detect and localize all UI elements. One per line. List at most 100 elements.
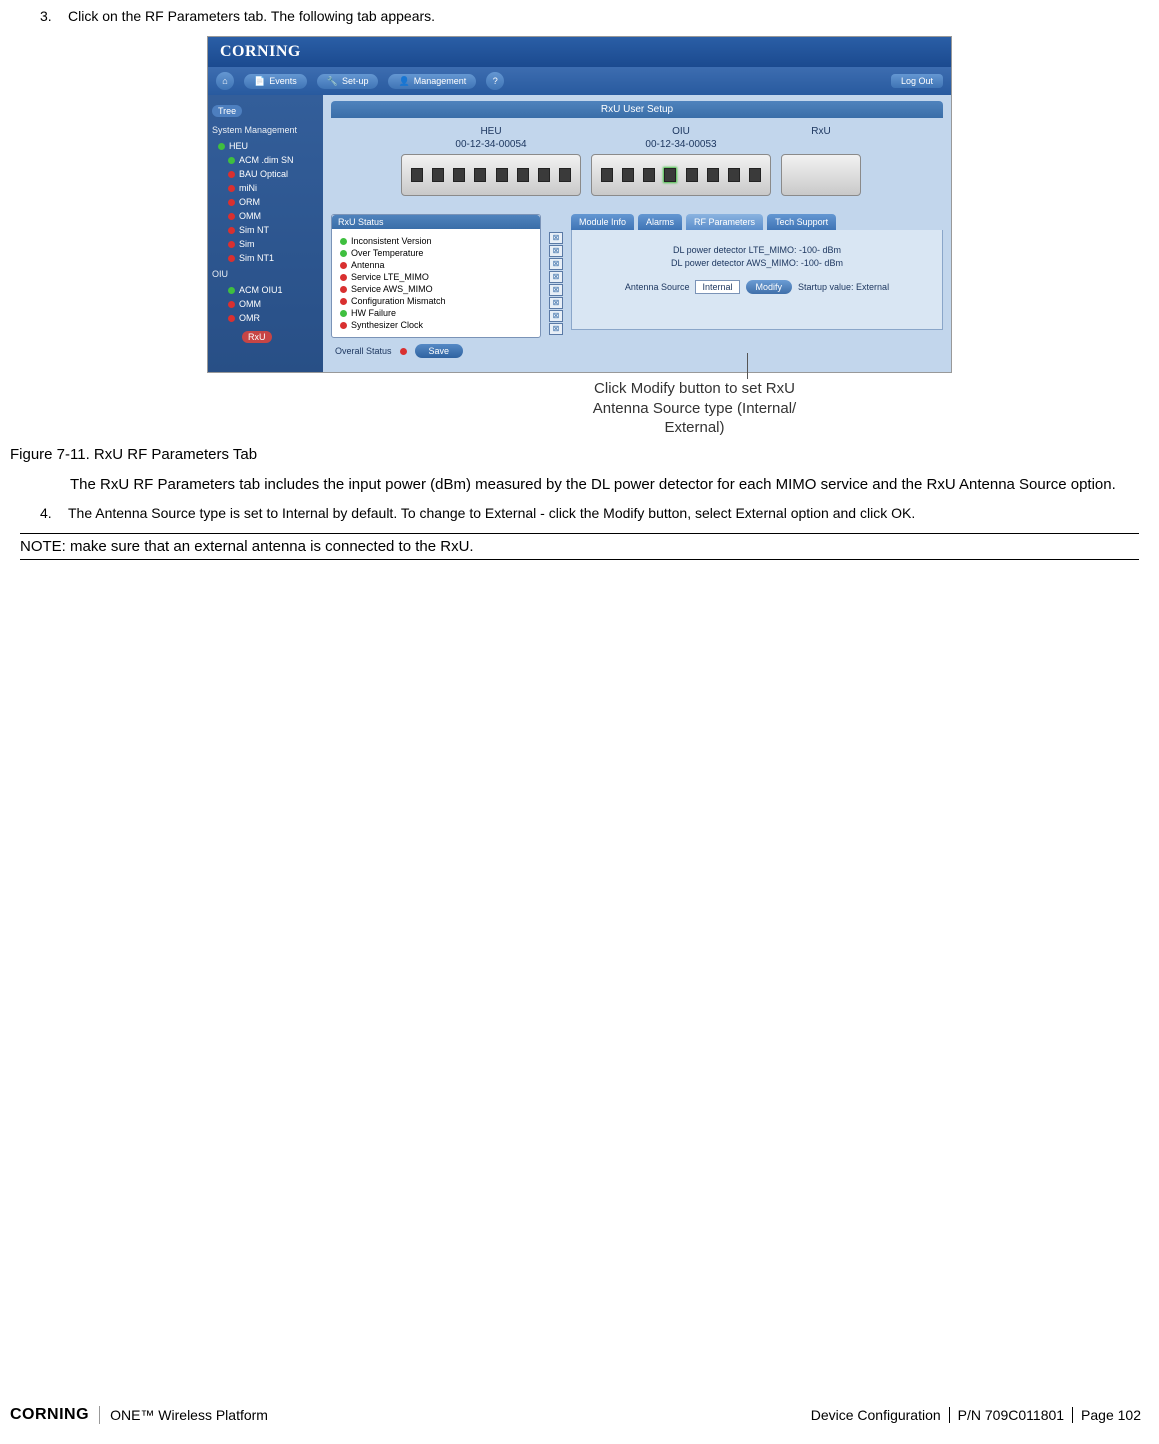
figure-caption: Figure 7-11. RxU RF Parameters Tab (10, 446, 1149, 463)
sidebar-item[interactable]: ACM OIU1 (222, 283, 319, 297)
sidebar-item[interactable]: OMM (222, 297, 319, 311)
sidebar-item[interactable]: OMR (222, 311, 319, 325)
hw-rxu-label: RxU (781, 126, 861, 137)
param-line-1: DL power detector LTE_MIMO: -100- dBm (586, 245, 928, 255)
startup-value-label: Startup value: External (798, 282, 889, 292)
sidebar-item-label: OMM (239, 211, 261, 221)
sidebar-item-label: ACM .dim SN (239, 155, 294, 165)
footer-divider-icon (99, 1406, 100, 1424)
step-4-number: 4. (40, 505, 68, 521)
hw-rxu-block[interactable] (781, 154, 861, 196)
hw-oiu-label: OIU (591, 126, 771, 137)
sidebar-item-label: Sim NT1 (239, 253, 274, 263)
figure-7-11: CORNING ⌂ 📄Events 🔧Set-up 👤Management ? … (10, 36, 1149, 373)
status-dot-icon (340, 298, 347, 305)
menu-setup-label: Set-up (342, 76, 369, 86)
footer-platform: ONE™ Wireless Platform (110, 1407, 268, 1423)
status-dot-icon (228, 213, 235, 220)
hw-oiu-serial: 00-12-34-00053 (591, 139, 771, 150)
tab-module-info[interactable]: Module Info (571, 214, 634, 230)
sidebar-item[interactable]: ORM (222, 195, 319, 209)
mask-checkbox[interactable]: ⊠ (549, 271, 563, 283)
overall-status-dot-icon (400, 348, 407, 355)
logout-button[interactable]: Log Out (891, 74, 943, 88)
footer-brand: CORNING (10, 1406, 89, 1424)
menu-help[interactable]: ? (486, 72, 504, 90)
sidebar: Tree System Management HEU ACM .dim SN B… (208, 95, 323, 372)
tab-rf-parameters[interactable]: RF Parameters (686, 214, 763, 230)
hardware-row: HEU 00-12-34-00054 OIU 00-12-34-00053 (331, 122, 943, 208)
menu-setup[interactable]: 🔧Set-up (317, 74, 379, 89)
tabs-panel: Module Info Alarms RF Parameters Tech Su… (571, 214, 943, 338)
status-line: HW Failure (340, 307, 532, 319)
step-4-text: The Antenna Source type is set to Intern… (68, 505, 1149, 521)
antenna-source-value: Internal (695, 280, 739, 294)
menu-management[interactable]: 👤Management (388, 74, 476, 89)
status-dot-icon (228, 227, 235, 234)
hw-oiu: OIU 00-12-34-00053 (591, 126, 771, 196)
overall-status-row: Overall Status Save (331, 338, 943, 362)
status-line-label: Inconsistent Version (351, 236, 432, 246)
status-dot-icon (228, 157, 235, 164)
tab-alarms[interactable]: Alarms (638, 214, 682, 230)
status-dot-icon (228, 185, 235, 192)
sidebar-item[interactable]: Sim NT (222, 223, 319, 237)
hw-oiu-block[interactable] (591, 154, 771, 196)
status-line: Configuration Mismatch (340, 295, 532, 307)
status-line-label: Over Temperature (351, 248, 423, 258)
home-icon[interactable]: ⌂ (216, 72, 234, 90)
status-dot-icon (228, 199, 235, 206)
status-dot-icon (340, 262, 347, 269)
hw-heu-block[interactable] (401, 154, 581, 196)
pane-title: RxU User Setup (331, 101, 943, 118)
sidebar-item[interactable]: Sim (222, 237, 319, 251)
sidebar-item-label: ACM OIU1 (239, 285, 283, 295)
status-line: Over Temperature (340, 247, 532, 259)
status-dot-icon (228, 241, 235, 248)
menu-events[interactable]: 📄Events (244, 74, 307, 89)
step-3-number: 3. (40, 8, 68, 24)
status-panel: RxU Status Inconsistent VersionOver Temp… (331, 214, 541, 338)
sidebar-item-label: Sim NT (239, 225, 269, 235)
annotation-line-2: Antenna Source type (Internal/ (437, 399, 952, 419)
save-button[interactable]: Save (415, 344, 464, 358)
page-footer: CORNING ONE™ Wireless Platform Device Co… (10, 1406, 1149, 1424)
sidebar-item[interactable]: BAU Optical (222, 167, 319, 181)
sidebar-oiu-head: OIU (212, 269, 319, 279)
sidebar-item[interactable]: miNi (222, 181, 319, 195)
status-dot-icon (340, 250, 347, 257)
mask-checkbox[interactable]: ⊠ (549, 284, 563, 296)
mask-checkbox[interactable]: ⊠ (549, 245, 563, 257)
tab-tech-support[interactable]: Tech Support (767, 214, 836, 230)
main-pane: RxU User Setup HEU 00-12-34-00054 OIU 00… (323, 95, 951, 372)
sidebar-item[interactable]: OMM (222, 209, 319, 223)
footer-pn: P/N 709C011801 (949, 1407, 1072, 1423)
status-line-label: HW Failure (351, 308, 396, 318)
status-line: Service AWS_MIMO (340, 283, 532, 295)
mask-checkbox[interactable]: ⊠ (549, 297, 563, 309)
mask-column: ⊠ ⊠ ⊠ ⊠ ⊠ ⊠ ⊠ ⊠ (549, 232, 563, 338)
mask-checkbox[interactable]: ⊠ (549, 258, 563, 270)
sidebar-item[interactable]: Sim NT1 (222, 251, 319, 265)
mask-checkbox[interactable]: ⊠ (549, 232, 563, 244)
sidebar-item-label: OMM (239, 299, 261, 309)
sidebar-tree-pill[interactable]: Tree (212, 105, 242, 117)
sidebar-item-label: ORM (239, 197, 260, 207)
status-line: Inconsistent Version (340, 235, 532, 247)
mask-checkbox[interactable]: ⊠ (549, 310, 563, 322)
sidebar-item-label: BAU Optical (239, 169, 288, 179)
hw-heu: HEU 00-12-34-00054 (401, 126, 581, 196)
sidebar-rxu[interactable]: RxU (222, 325, 319, 349)
sidebar-item-label: Sim (239, 239, 255, 249)
tabs-bar: Module Info Alarms RF Parameters Tech Su… (571, 214, 943, 230)
app-menubar: ⌂ 📄Events 🔧Set-up 👤Management ? Log Out (208, 67, 951, 95)
footer-page: Page 102 (1072, 1407, 1149, 1423)
status-dot-icon (228, 301, 235, 308)
mask-checkbox[interactable]: ⊠ (549, 323, 563, 335)
sidebar-heu[interactable]: HEU (212, 139, 319, 153)
annotation-line-1: Click Modify button to set RxU (437, 379, 952, 399)
modify-button[interactable]: Modify (746, 280, 793, 294)
app-screenshot: CORNING ⌂ 📄Events 🔧Set-up 👤Management ? … (207, 36, 952, 373)
overall-status-label: Overall Status (335, 346, 392, 356)
sidebar-item[interactable]: ACM .dim SN (222, 153, 319, 167)
